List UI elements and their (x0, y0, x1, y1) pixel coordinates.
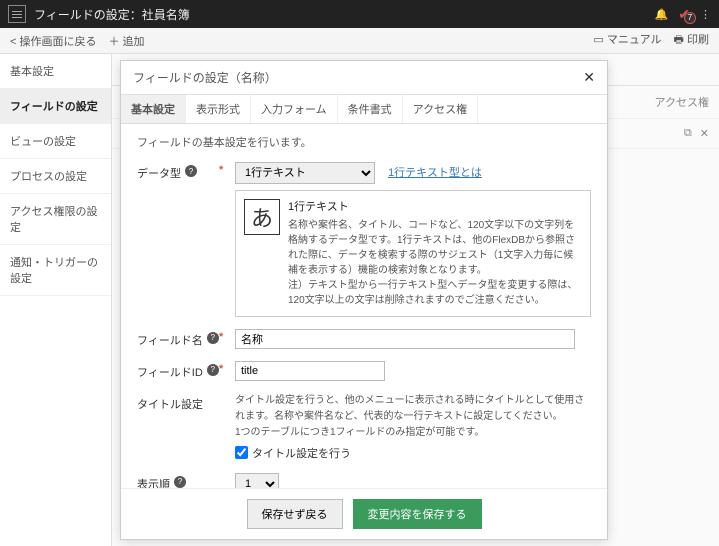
order-select[interactable]: 1 (235, 473, 279, 489)
field-settings-modal: フィールドの設定（名称） ✕ 基本設定 表示形式 入力フォーム 条件書式 アクセ… (120, 60, 608, 540)
kebab-icon[interactable]: ⋮ (700, 8, 711, 21)
help-icon[interactable]: ? (207, 364, 219, 376)
info-title: 1行テキスト (288, 199, 582, 216)
help-icon[interactable]: ? (185, 165, 197, 177)
info-body: 名称や案件名、タイトル、コードなど、120文字以下の文字列を格納するデータ型です… (288, 218, 582, 278)
add-link[interactable]: ＋ 追加 (108, 33, 144, 49)
label-datatype: データ型 (137, 165, 181, 181)
save-button[interactable]: 変更内容を保存する (353, 499, 482, 529)
sidebar-item-view[interactable]: ビューの設定 (0, 124, 111, 159)
top-bar: フィールドの設定：社員名簿 🔔 ✔7 ⋮ (0, 0, 719, 28)
sidebar-item-process[interactable]: プロセスの設定 (0, 159, 111, 194)
print-link[interactable]: 🖶 印刷 (674, 31, 709, 50)
info-note: 注）テキスト型から一行テキスト型へデータ型を変更する際は、120文字以上の文字は… (288, 278, 582, 308)
tab-form[interactable]: 入力フォーム (251, 95, 338, 123)
fieldid-input[interactable] (235, 361, 385, 381)
tab-format[interactable]: 条件書式 (338, 95, 403, 123)
cancel-button[interactable]: 保存せず戻る (247, 499, 343, 529)
modal-close-icon[interactable]: ✕ (583, 69, 595, 86)
help-icon[interactable]: ? (174, 476, 186, 488)
titleset-hint1: タイトル設定を行うと、他のメニューに表示される時にタイトルとして使用されます。名… (235, 393, 591, 425)
page-title: フィールドの設定：社員名簿 (34, 6, 190, 23)
modal-title: フィールドの設定（名称） (133, 69, 277, 86)
titleset-checkbox[interactable] (235, 446, 248, 459)
close-row-icon[interactable]: ✕ (700, 127, 709, 140)
datatype-select[interactable]: 1行テキスト (235, 162, 375, 184)
datatype-help-link[interactable]: 1行テキスト型とは (388, 167, 482, 179)
sidebar-item-notify[interactable]: 通知・トリガーの設定 (0, 245, 111, 296)
datatype-info: あ 1行テキスト 名称や案件名、タイトル、コードなど、120文字以下の文字列を格… (235, 190, 591, 317)
copy-icon[interactable]: ⧉ (684, 127, 692, 140)
menu-icon[interactable] (8, 5, 26, 23)
help-icon[interactable]: ? (207, 332, 219, 344)
required-mark: * (219, 162, 235, 317)
label-order: 表示順 (137, 476, 170, 489)
sidebar-item-access[interactable]: アクセス権限の設定 (0, 194, 111, 245)
check-icon[interactable]: ✔7 (678, 6, 690, 23)
label-fieldid: フィールドID (137, 364, 203, 380)
bg-col-access: アクセス権 (655, 94, 709, 110)
titleset-hint2: 1つのテーブルにつき1フィールドのみ指定が可能です。 (235, 425, 591, 441)
label-titleset: タイトル設定 (137, 396, 203, 412)
tab-basic[interactable]: 基本設定 (121, 95, 186, 123)
tab-access[interactable]: アクセス権 (403, 95, 478, 123)
sidebar-item-basic[interactable]: 基本設定 (0, 54, 111, 89)
bell-icon[interactable]: 🔔 (655, 8, 669, 21)
modal-desc: フィールドの基本設定を行います。 (137, 134, 591, 150)
sidebar-item-field[interactable]: フィールドの設定 (0, 89, 111, 124)
sidebar: 基本設定 フィールドの設定 ビューの設定 プロセスの設定 アクセス権限の設定 通… (0, 54, 112, 546)
manual-link[interactable]: ▭ マニュアル (593, 31, 661, 50)
tab-display[interactable]: 表示形式 (186, 95, 251, 123)
datatype-glyph: あ (244, 199, 280, 235)
notification-badge: 7 (684, 12, 696, 24)
titleset-check-label: タイトル設定を行う (252, 445, 351, 461)
fieldname-input[interactable] (235, 329, 575, 349)
modal-tabs: 基本設定 表示形式 入力フォーム 条件書式 アクセス権 (121, 95, 607, 124)
label-fieldname: フィールド名 (137, 332, 203, 348)
back-link[interactable]: < 操作画面に戻る (10, 33, 96, 49)
sub-bar: < 操作画面に戻る ＋ 追加 ▭ マニュアル 🖶 印刷 (0, 28, 719, 54)
